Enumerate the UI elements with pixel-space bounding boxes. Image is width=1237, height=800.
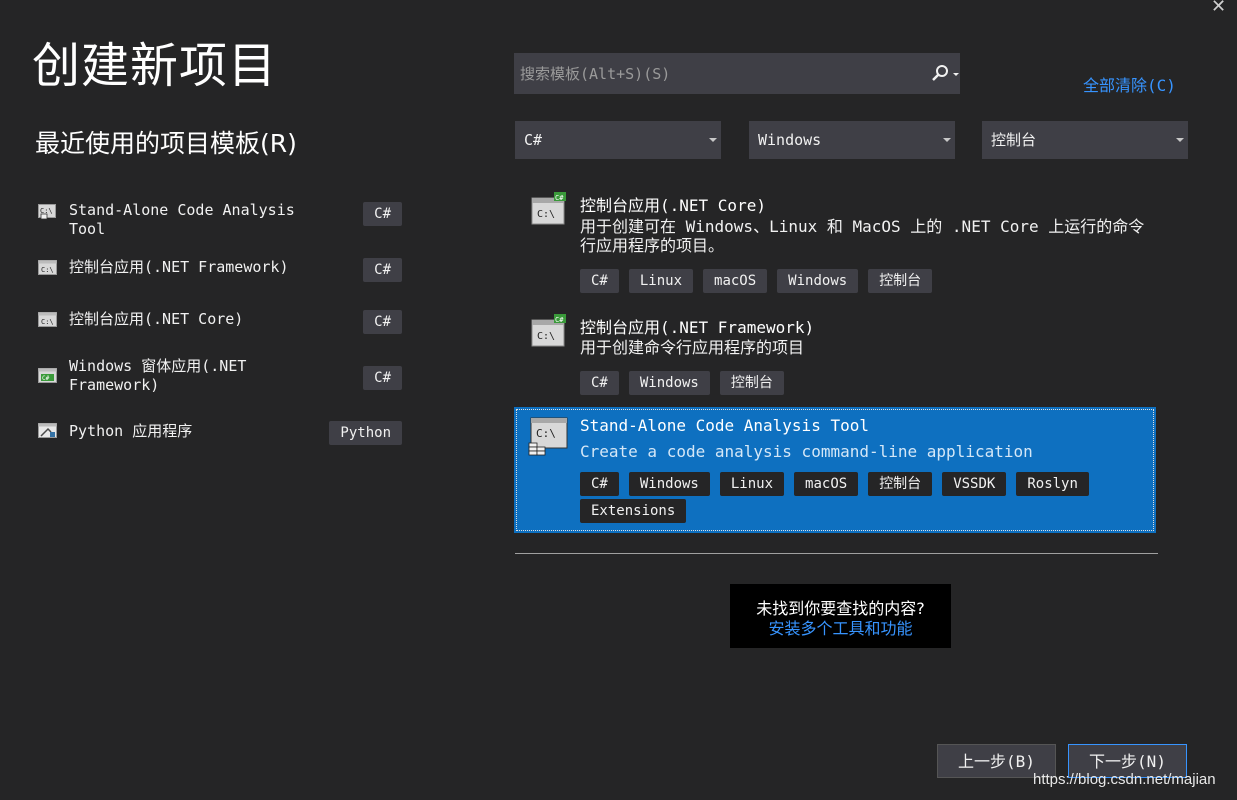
svg-text:C#: C# [42,375,50,382]
analysis-tool-icon: C:\ [528,417,568,456]
tag: C# [580,269,619,293]
language-filter-value: C# [524,131,543,149]
language-tag: C# [363,202,402,226]
recent-item-console-core[interactable]: C:\ 控制台应用(.NET Core) C# [38,310,402,344]
svg-text:C:\: C:\ [41,318,54,326]
tag: 控制台 [868,269,933,293]
not-found-panel: 未找到你要查找的内容? 安装多个工具和功能 [730,584,951,648]
recent-item-label: Stand-Alone Code Analysis Tool [69,201,295,238]
recent-item-label: 控制台应用(.NET Framework) [69,258,289,276]
template-name: Stand-Alone Code Analysis Tool [580,416,869,435]
language-tag: C# [363,310,402,334]
chevron-down-icon [709,138,717,142]
windows-forms-icon: C# [38,368,57,383]
console-app-icon: C:\ [38,312,57,327]
chevron-down-icon [943,138,951,142]
template-description: 用于创建命令行应用程序的项目 [580,338,805,357]
tag: 控制台 [719,371,784,395]
console-app-icon: C:\ [38,260,57,275]
language-tag: C# [363,366,402,390]
search-input[interactable] [514,53,914,94]
platform-filter-dropdown[interactable]: Windows [749,121,955,159]
search-icon[interactable] [922,53,960,94]
recent-item-python-app[interactable]: Python 应用程序 Python [38,421,402,455]
recent-item-windows-forms[interactable]: C# Windows 窗体应用(.NET Framework) C# [38,357,402,394]
install-tools-link[interactable]: 安装多个工具和功能 [730,615,951,639]
recent-item-label: 控制台应用(.NET Core) [69,310,244,328]
language-tag: C# [363,258,402,282]
tag: VSSDK [942,472,1007,496]
watermark: https://blog.csdn.net/majian [1033,771,1216,788]
template-description: 用于创建可在 Windows、Linux 和 MacOS 上的 .NET Cor… [580,217,1145,255]
tag: Extensions [580,499,687,523]
tag: Windows [628,472,710,496]
tag: macOS [703,269,768,293]
clear-all-link[interactable]: 全部清除(C) [1083,72,1176,96]
tag: Linux [628,269,694,293]
template-tags: C# Windows 控制台 [580,371,1150,395]
python-app-icon [38,423,57,438]
tag: C# [580,371,619,395]
platform-filter-value: Windows [758,131,822,149]
tag: Roslyn [1016,472,1089,496]
language-filter-dropdown[interactable]: C# [515,121,721,159]
project-type-filter-dropdown[interactable]: 控制台 [982,121,1188,159]
close-icon[interactable]: ✕ [1211,0,1226,17]
recent-templates-heading: 最近使用的项目模板(R) [35,129,297,158]
svg-text:C:\: C:\ [537,209,555,220]
tag: macOS [794,472,859,496]
template-name: 控制台应用(.NET Framework) [580,318,815,337]
tag: 控制台 [868,472,933,496]
template-name: 控制台应用(.NET Core) [580,196,766,215]
recent-item-console-framework[interactable]: C:\ 控制台应用(.NET Framework) C# [38,258,402,292]
svg-text:C#: C# [555,316,564,324]
recent-item-label: Python 应用程序 [69,422,193,440]
tag: Windows [777,269,859,293]
template-description: Create a code analysis command-line appl… [580,442,1033,461]
analysis-tool-icon: C:\ [38,204,56,220]
tag: C# [580,472,619,496]
tag: Windows [628,371,710,395]
chevron-down-icon [1176,138,1184,142]
svg-text:C:\: C:\ [41,266,54,274]
page-title: 创建新项目 [32,38,278,94]
svg-text:C:\: C:\ [536,427,556,440]
template-tags: C# Windows Linux macOS 控制台 VSSDK Roslyn … [580,472,1150,523]
svg-text:C#: C# [555,194,564,202]
template-console-framework[interactable]: C:\ C# 控制台应用(.NET Framework) 用于创建命令行应用程序… [514,308,1156,398]
console-app-icon: C:\ C# [531,192,566,225]
template-code-analysis-tool[interactable]: C:\ Stand-Alone Code Analysis Tool Creat… [514,407,1156,533]
search-box [514,53,960,94]
console-app-icon: C:\ C# [531,314,566,347]
template-console-core[interactable]: C:\ C# 控制台应用(.NET Core) 用于创建可在 Windows、L… [514,186,1156,296]
divider [515,553,1158,554]
project-type-filter-value: 控制台 [991,131,1037,149]
svg-text:C:\: C:\ [537,331,555,342]
language-tag: Python [329,421,402,445]
recent-item-code-analysis-tool[interactable]: C:\ Stand-Alone Code Analysis Tool C# [38,201,402,238]
recent-item-label: Windows 窗体应用(.NET Framework) [69,357,247,394]
template-tags: C# Linux macOS Windows 控制台 [580,269,1150,293]
tag: Linux [719,472,785,496]
